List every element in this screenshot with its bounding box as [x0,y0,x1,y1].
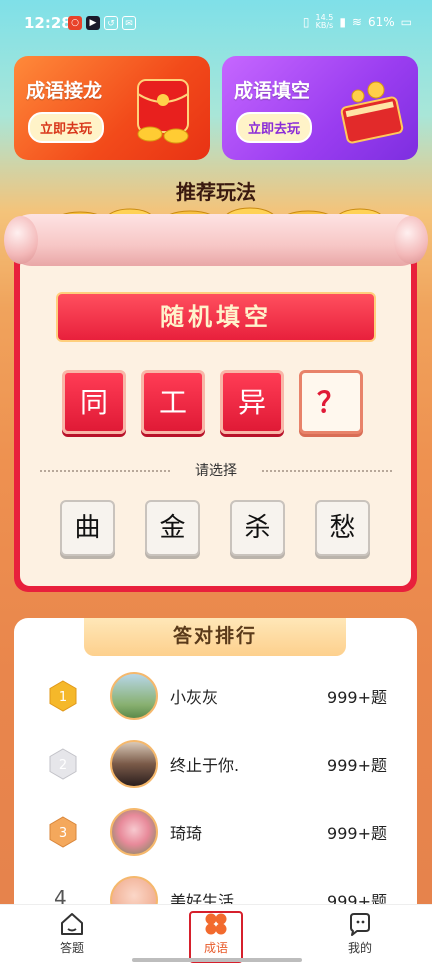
idiom-chain-play-button[interactable]: 立即去玩 [28,112,105,143]
status-bar: 12:28 ○ ▶ ↺ ✉ ▯ 14.5 KB/s ▮ ≋ 61% ▭ [0,0,432,48]
nav-label: 我的 [347,941,372,955]
nav-label: 成语 [203,941,228,955]
rank-score: 999+题 [327,688,387,707]
link-app-icon: ↺ [104,16,118,30]
ranking-title-bar: 答对排行 [84,618,346,656]
status-right: ▯ 14.5 KB/s ▮ ≋ 61% ▭ [303,14,412,30]
avatar [110,808,158,856]
avatar [110,672,158,720]
option-tile[interactable]: 杀 [230,500,285,556]
option-tiles: 曲 金 杀 愁 [60,500,370,556]
rank-row[interactable]: 2 终止于你. 999+题 [14,732,417,796]
nav-item-quiz[interactable]: 答题 [32,911,112,956]
red-envelope-gold-icon [137,79,189,144]
random-fill-banner: 随机填空 [56,292,376,342]
rank-score: 999+题 [327,824,387,843]
idiom-tile: 工 [141,370,205,434]
silver-medal-icon: 2 [49,748,77,780]
ranking-panel: 答对排行 1 小灰灰 999+题 2 终止于你. 999+题 3 琦琦 999+… [14,618,417,938]
scroll-rod [6,214,426,266]
option-tile[interactable]: 金 [145,500,200,556]
random-fill-title: 随机填空 [160,303,272,331]
rank-number: 2 [59,758,67,773]
rank-number: 1 [59,690,67,705]
wifi-icon: ≋ [351,15,362,29]
divider-line-right [262,470,392,472]
battery-level: 61% [367,15,395,29]
notification-app-icon: ○ [68,16,82,30]
option-tile[interactable]: 曲 [60,500,115,556]
rank-number: 3 [59,826,67,841]
chat-face-icon [350,913,370,936]
play-app-icon: ▶ [86,16,100,30]
rank-score: 999+题 [327,756,387,775]
scroll-end-right [394,216,428,264]
choose-divider: 请选择 [40,460,392,480]
scroll-end-left [4,216,38,264]
rank-name: 琦琦 [170,824,203,843]
ranking-title: 答对排行 [172,625,257,647]
bronze-medal-icon: 3 [49,816,77,848]
message-app-icon: ✉ [122,16,136,30]
notification-icons: ○ ▶ ↺ ✉ [68,16,136,30]
nav-item-idiom[interactable]: 成语 [176,911,256,956]
avatar [110,740,158,788]
rank-row[interactable]: 1 小灰灰 999+题 [14,664,417,728]
idiom-fill-title: 成语填空 [234,80,311,102]
gold-medal-icon: 1 [49,680,77,712]
idiom-fill-card[interactable]: 成语填空 立即去玩 [222,56,418,160]
option-tile[interactable]: 愁 [315,500,370,556]
idiom-chain-card[interactable]: 成语接龙 立即去玩 [14,56,210,160]
idiom-tiles: 同 工 异 ？ [62,370,363,434]
vibrate-icon: ▯ [302,15,310,29]
idiom-blank-tile[interactable]: ？ [299,370,363,434]
clover-icon [205,913,227,935]
idiom-tile: 同 [62,370,126,434]
net-speed: 14.5 KB/s [316,14,334,30]
rank-name: 小灰灰 [170,688,219,707]
rank-row[interactable]: 3 琦琦 999+题 [14,800,417,864]
bottom-nav: 答题 成语 我的 [0,904,432,964]
status-time: 12:28 [24,14,72,32]
sim-icon: ▮ [339,15,346,29]
idiom-chain-title: 成语接龙 [26,80,103,102]
net-speed-unit: KB/s [315,21,334,30]
nav-item-mine[interactable]: 我的 [320,911,400,956]
red-book-icon [340,81,404,144]
idiom-fill-play-button[interactable]: 立即去玩 [236,112,313,143]
idiom-tile: 异 [220,370,284,434]
home-indicator [132,958,302,962]
battery-icon: ▭ [400,15,412,29]
nav-label: 答题 [59,941,84,955]
home-icon [61,913,83,935]
rank-name: 终止于你. [170,756,240,775]
